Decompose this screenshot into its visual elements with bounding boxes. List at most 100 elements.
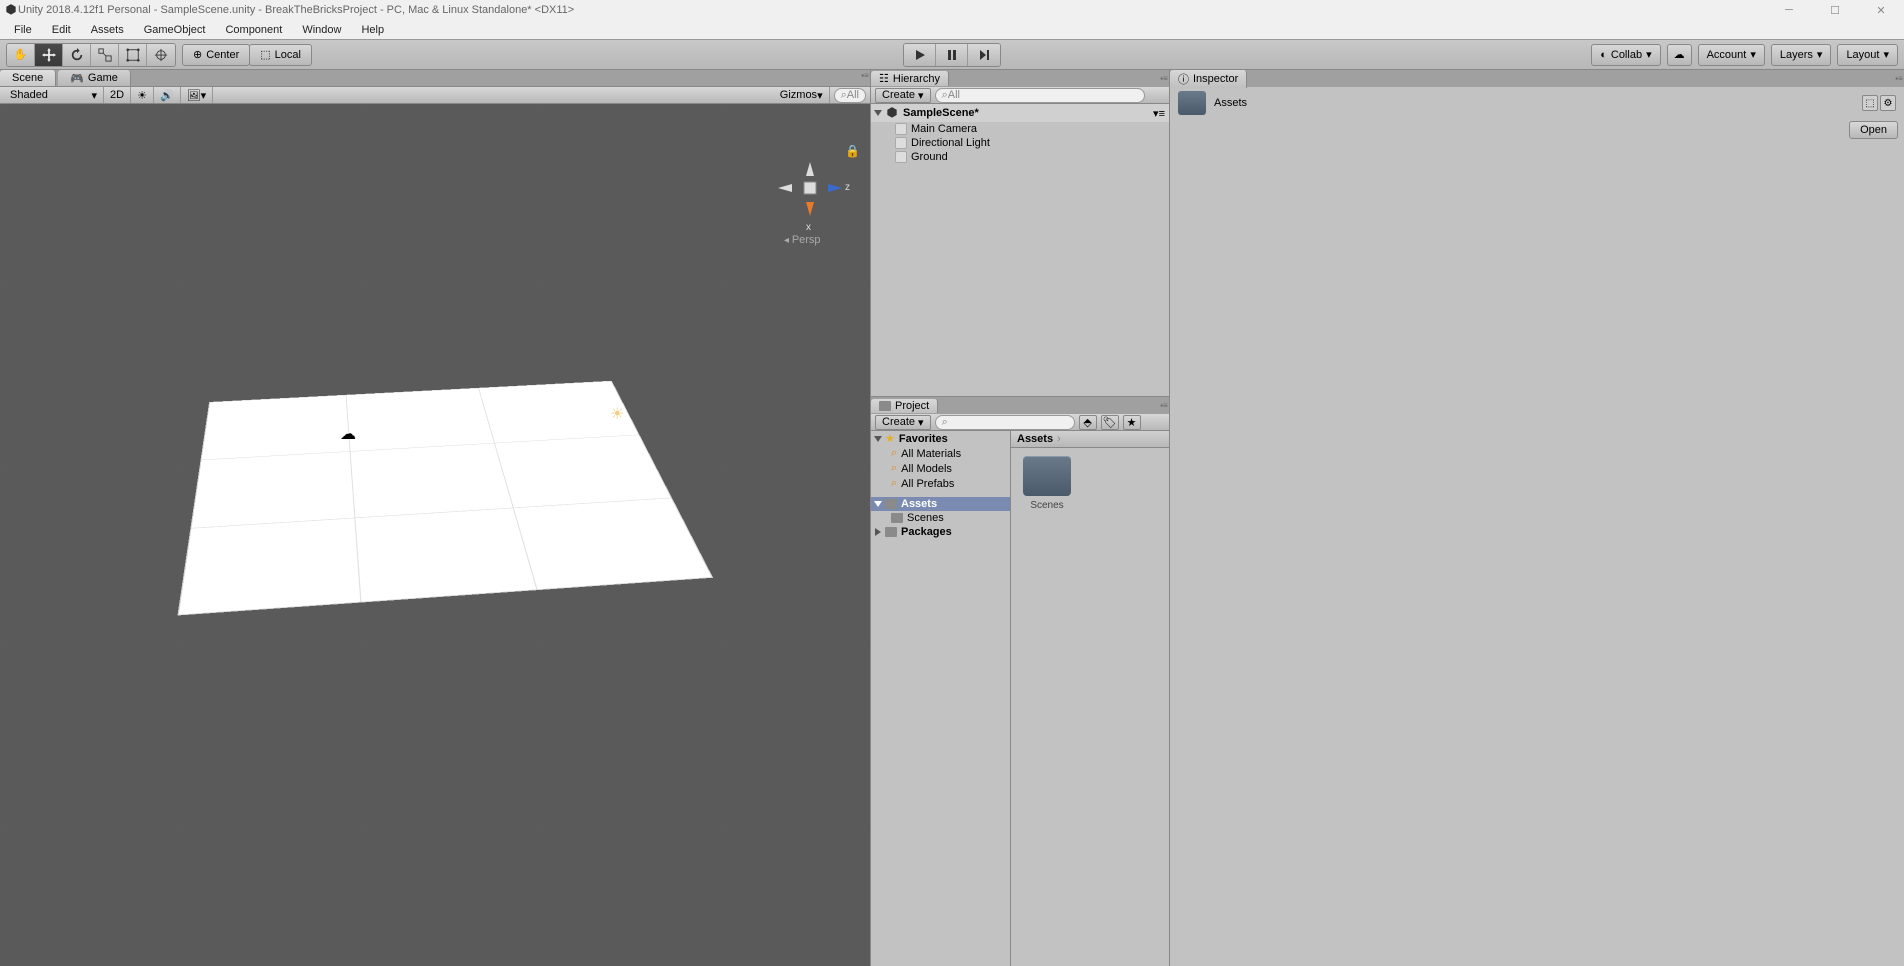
hierarchy-panel: ☷Hierarchy ▪≡ Create▾ All SampleScene* ▾… xyxy=(871,70,1169,396)
move-tool[interactable] xyxy=(35,44,63,66)
filter-by-type-button[interactable]: 🏷 xyxy=(1101,415,1119,430)
local-icon: ⬚ xyxy=(260,48,270,61)
search-icon: ⌕ xyxy=(891,447,897,460)
tab-inspector[interactable]: ⓘInspector xyxy=(1170,70,1247,88)
maximize-button[interactable]: ☐ xyxy=(1812,0,1858,20)
play-button[interactable] xyxy=(904,44,936,66)
game-icon: 🎮 xyxy=(70,72,84,85)
window-titlebar: Unity 2018.4.12f1 Personal - SampleScene… xyxy=(0,0,1904,20)
menu-file[interactable]: File xyxy=(4,22,42,38)
search-icon: ⌕ xyxy=(891,477,897,490)
hierarchy-item-maincamera[interactable]: Main Camera xyxy=(871,122,1169,136)
pause-button[interactable] xyxy=(936,44,968,66)
tab-project[interactable]: Project xyxy=(871,399,938,413)
expand-toggle[interactable] xyxy=(874,436,882,442)
menu-window[interactable]: Window xyxy=(292,22,351,38)
2d-toggle[interactable]: 2D xyxy=(104,87,131,103)
save-search-button[interactable]: ★ xyxy=(1123,415,1141,430)
tree-packages[interactable]: Packages xyxy=(871,525,1010,539)
pivot-local-toggle[interactable]: ⬚Local xyxy=(249,44,312,66)
scene-panel: Scene 🎮Game ▪≡ Shaded▾ 2D ☀ 🔊 🖼▾ Gizmos▾… xyxy=(0,70,870,966)
tab-scene[interactable]: Scene xyxy=(0,70,56,86)
menu-edit[interactable]: Edit xyxy=(42,22,81,38)
shading-dropdown[interactable]: Shaded▾ xyxy=(4,87,104,103)
gizmos-dropdown[interactable]: Gizmos▾ xyxy=(774,87,830,103)
tree-all-prefabs[interactable]: ⌕All Prefabs xyxy=(871,476,1010,491)
panel-options[interactable]: ▪≡ xyxy=(1159,401,1169,411)
folder-icon xyxy=(879,401,891,411)
hierarchy-item-directionallight[interactable]: Directional Light xyxy=(871,136,1169,150)
tree-scenes[interactable]: Scenes xyxy=(871,511,1010,525)
audio-toggle[interactable]: 🔊 xyxy=(154,87,181,103)
scene-search[interactable]: All xyxy=(834,88,866,103)
project-search[interactable] xyxy=(935,415,1075,430)
chevron-down-icon: ▾ xyxy=(918,89,924,102)
transform-tool[interactable] xyxy=(147,44,175,66)
inspector-header: Assets ⬚ ⚙ xyxy=(1170,87,1904,119)
menu-assets[interactable]: Assets xyxy=(81,22,134,38)
light-gizmo-icon[interactable]: ☀ xyxy=(610,404,624,424)
rect-tool[interactable] xyxy=(119,44,147,66)
fx-toggle[interactable]: 🖼▾ xyxy=(181,87,214,103)
minimize-button[interactable]: ─ xyxy=(1766,0,1812,20)
breadcrumb-item[interactable]: Assets xyxy=(1017,433,1053,445)
tree-assets[interactable]: Assets xyxy=(871,497,1010,511)
scene-options[interactable]: ▾≡ xyxy=(1153,107,1165,120)
inspector-panel: ⓘInspector ▪≡ Assets ⬚ ⚙ Open xyxy=(1170,70,1904,966)
scene-viewport[interactable]: ☁ ☀ 🔒 z x ◂ Persp xyxy=(0,104,870,966)
project-folder-grid[interactable]: Scenes xyxy=(1011,448,1169,966)
folder-scenes[interactable]: Scenes xyxy=(1019,456,1075,511)
close-button[interactable]: ✕ xyxy=(1858,0,1904,20)
rotate-tool[interactable] xyxy=(63,44,91,66)
inspector-body xyxy=(1170,141,1904,966)
image-icon: 🖼 xyxy=(187,89,201,102)
transform-tools: ✋ xyxy=(6,43,176,67)
camera-gizmo-icon[interactable]: ☁ xyxy=(340,424,356,444)
panel-options[interactable]: ▪≡ xyxy=(1894,74,1904,84)
menu-help[interactable]: Help xyxy=(351,22,394,38)
folder-icon xyxy=(1178,91,1206,115)
filter-by-label-button[interactable]: ⬘ xyxy=(1079,415,1097,430)
main-toolbar: ✋ ⊕Center ⬚Local ◐Collab▾ ☁ Account▾ Lay… xyxy=(0,40,1904,70)
folder-icon xyxy=(1023,456,1071,496)
hierarchy-scene-row[interactable]: SampleScene* ▾≡ xyxy=(871,104,1169,122)
cloud-button[interactable]: ☁ xyxy=(1667,44,1692,66)
tree-all-models[interactable]: ⌕All Models xyxy=(871,461,1010,476)
unity-logo-icon xyxy=(4,3,18,17)
tab-game[interactable]: 🎮Game xyxy=(58,70,131,86)
folder-icon xyxy=(891,513,903,523)
collab-dropdown[interactable]: ◐Collab▾ xyxy=(1591,44,1660,66)
expand-toggle[interactable] xyxy=(874,501,882,507)
hierarchy-item-ground[interactable]: Ground xyxy=(871,150,1169,164)
scale-tool[interactable] xyxy=(91,44,119,66)
hand-tool[interactable]: ✋ xyxy=(7,44,35,66)
collab-icon: ◐ xyxy=(1600,49,1607,61)
inspector-selected-name: Assets xyxy=(1214,97,1247,109)
orientation-gizmo[interactable]: z x ◂ Persp xyxy=(770,154,850,244)
project-create-dropdown[interactable]: Create▾ xyxy=(875,415,931,430)
expand-toggle[interactable] xyxy=(874,110,882,116)
menu-component[interactable]: Component xyxy=(215,22,292,38)
lighting-toggle[interactable]: ☀ xyxy=(131,87,154,103)
hierarchy-create-dropdown[interactable]: Create▾ xyxy=(875,88,931,103)
pivot-center-toggle[interactable]: ⊕Center xyxy=(182,44,250,66)
menu-gameobject[interactable]: GameObject xyxy=(134,22,216,38)
asset-bundle-button[interactable]: ⬚ xyxy=(1862,95,1878,111)
chevron-down-icon: ▾ xyxy=(1817,48,1823,61)
expand-toggle[interactable] xyxy=(875,528,881,536)
open-button[interactable]: Open xyxy=(1849,121,1898,139)
panel-options[interactable]: ▪≡ xyxy=(1159,74,1169,84)
panel-options[interactable]: ▪≡ xyxy=(860,70,870,80)
tree-all-materials[interactable]: ⌕All Materials xyxy=(871,446,1010,461)
step-button[interactable] xyxy=(968,44,1000,66)
tab-hierarchy[interactable]: ☷Hierarchy xyxy=(871,71,949,86)
projection-label[interactable]: ◂ Persp xyxy=(784,234,821,246)
tree-favorites[interactable]: ★Favorites xyxy=(871,431,1010,446)
layout-dropdown[interactable]: Layout▾ xyxy=(1837,44,1898,66)
inspector-settings-button[interactable]: ⚙ xyxy=(1880,95,1896,111)
gameobject-icon xyxy=(895,137,907,149)
account-dropdown[interactable]: Account▾ xyxy=(1698,44,1765,66)
layers-dropdown[interactable]: Layers▾ xyxy=(1771,44,1832,66)
center-icon: ⊕ xyxy=(193,48,202,61)
hierarchy-search[interactable]: All xyxy=(935,88,1145,103)
